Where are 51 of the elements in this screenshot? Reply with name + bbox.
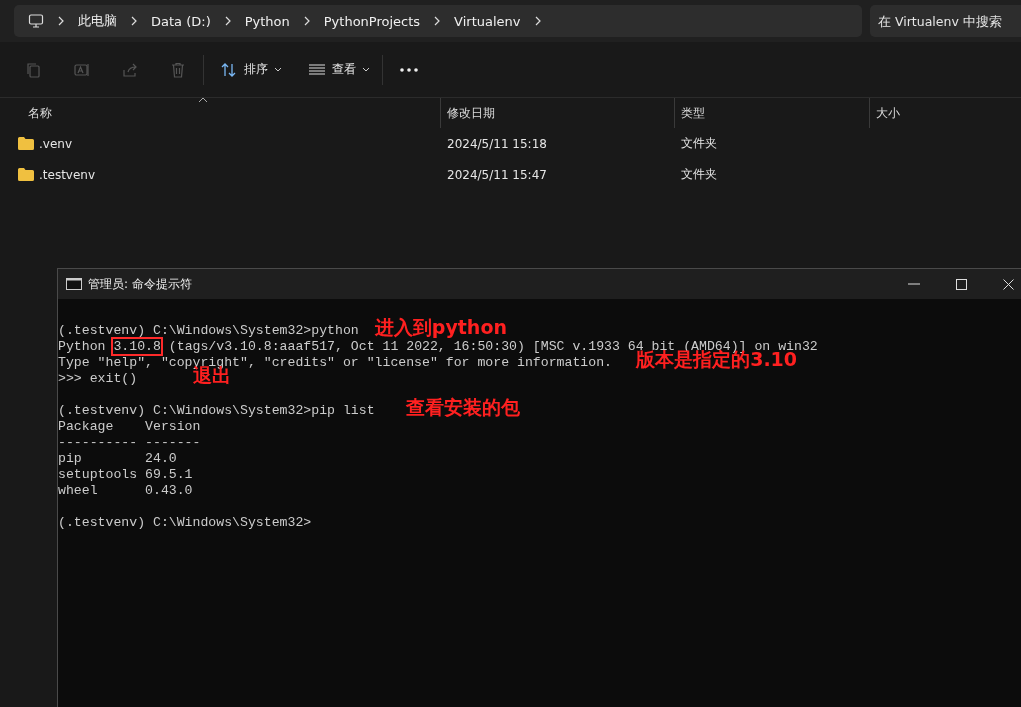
more-icon[interactable] bbox=[399, 66, 419, 73]
highlighted-version: 3.10.8 bbox=[113, 339, 161, 354]
file-name[interactable]: .venv bbox=[39, 136, 72, 151]
console-line: pip 24.0 bbox=[58, 451, 177, 467]
console-line: (.testvenv) C:\Windows\System32> bbox=[58, 515, 312, 531]
column-header[interactable]: 名称 bbox=[28, 104, 52, 122]
copy-icon[interactable] bbox=[25, 60, 43, 79]
monitor-icon bbox=[28, 13, 44, 29]
column-header[interactable]: 大小 bbox=[876, 104, 900, 122]
chevron-icon bbox=[130, 16, 138, 26]
console-line: ---------- ------- bbox=[58, 435, 201, 451]
column-header[interactable]: 类型 bbox=[681, 104, 705, 122]
lines-icon bbox=[308, 62, 326, 77]
window-title: 管理员: 命令提示符 bbox=[88, 275, 192, 293]
address-bar[interactable]: 此电脑 Data (D:) Python PythonProjects Virtualenv bbox=[14, 5, 862, 37]
search-field[interactable]: 在 Virtualenv 中搜索 bbox=[870, 5, 1021, 37]
annotation-text: 查看安装的包 bbox=[406, 395, 521, 419]
chevron-icon bbox=[533, 16, 542, 26]
breadcrumb-item[interactable]: Python bbox=[244, 13, 290, 29]
maximize-icon[interactable] bbox=[956, 278, 967, 290]
chevron-icon bbox=[302, 16, 311, 26]
view-button[interactable]: 查看 bbox=[308, 57, 370, 82]
sort-arrows-icon bbox=[220, 61, 238, 78]
folder-icon bbox=[18, 137, 34, 150]
console-icon bbox=[66, 278, 82, 290]
console-line: Package Version bbox=[58, 419, 201, 435]
console-line: (.testvenv) C:\Windows\System32>python bbox=[58, 323, 359, 339]
breadcrumb-item[interactable]: Data (D:) bbox=[151, 13, 211, 29]
date-cell-text: 2024/5/11 15:47 bbox=[446, 167, 548, 182]
breadcrumb-item[interactable]: 此电脑 bbox=[78, 12, 117, 30]
chevron-icon bbox=[433, 16, 442, 26]
breadcrumb-item[interactable]: PythonProjects bbox=[323, 13, 421, 29]
sort-button[interactable]: 排序 bbox=[220, 57, 282, 82]
type-cell-text: 文件夹 bbox=[680, 135, 718, 152]
chevron-icon bbox=[57, 16, 65, 26]
folder-icon bbox=[18, 168, 34, 181]
console-line: >>> exit() bbox=[58, 371, 138, 387]
caret-icon bbox=[274, 66, 282, 73]
type-cell-text: 文件夹 bbox=[680, 166, 718, 183]
console-line: (.testvenv) C:\Windows\System32>pip list bbox=[58, 403, 375, 419]
caret-icon bbox=[362, 66, 370, 73]
chevron-icon bbox=[223, 16, 232, 26]
annotation-text: 进入到python bbox=[374, 315, 507, 339]
console-line: wheel 0.43.0 bbox=[58, 483, 193, 499]
file-name[interactable]: .testvenv bbox=[39, 167, 96, 182]
close-icon[interactable] bbox=[1003, 278, 1014, 290]
console-line: setuptools 69.5.1 bbox=[58, 467, 193, 483]
trash-icon[interactable] bbox=[169, 60, 187, 79]
date-cell-text: 2024/5/11 15:18 bbox=[446, 136, 548, 151]
column-header[interactable]: 修改日期 bbox=[447, 104, 495, 122]
breadcrumb-item[interactable]: Virtualenv bbox=[454, 13, 521, 29]
